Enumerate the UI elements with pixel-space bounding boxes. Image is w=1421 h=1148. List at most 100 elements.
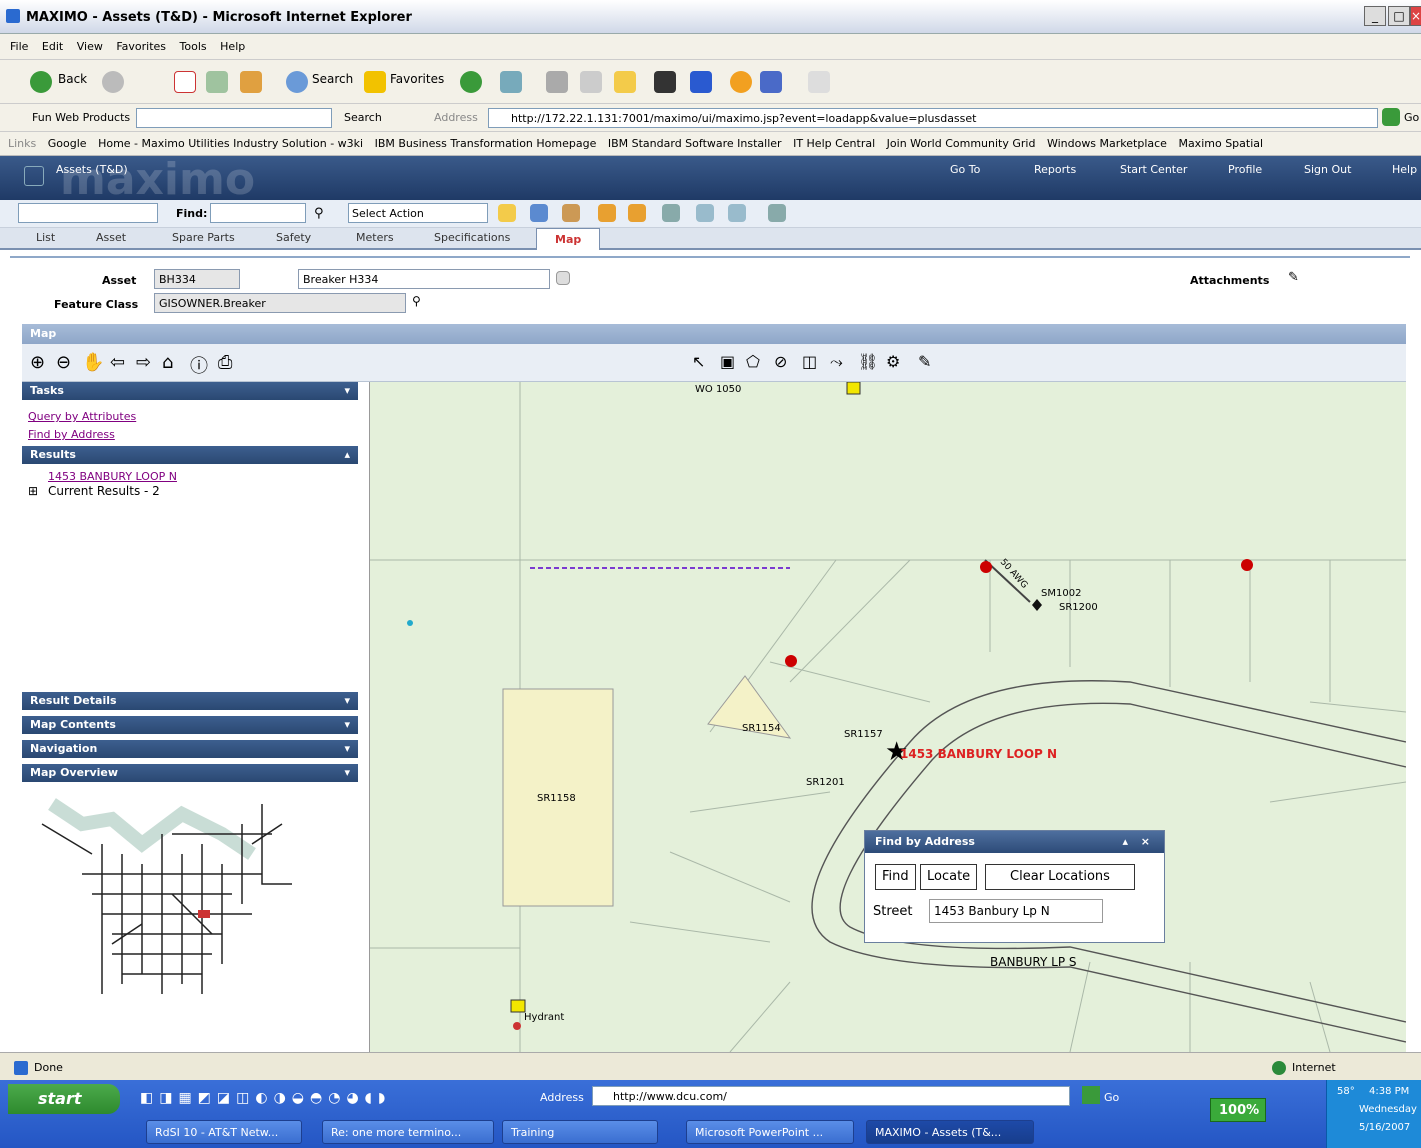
previous-icon[interactable] [598, 204, 616, 222]
favorites-star-icon[interactable] [364, 71, 386, 93]
zoom-in-icon[interactable]: ⊕ [30, 352, 45, 373]
hydrant-point[interactable] [513, 1022, 521, 1030]
select-polygon-icon[interactable]: ⬠ [746, 352, 760, 371]
dialog-close-icon[interactable]: × [1141, 835, 1150, 848]
menu-tools[interactable]: Tools [180, 40, 207, 53]
identify-icon[interactable]: ⓘ [190, 352, 208, 378]
nav-go-to[interactable]: Go To [950, 163, 980, 176]
nav-profile[interactable]: Profile [1228, 163, 1262, 176]
map-contents-header[interactable]: Map Contents ▾ [22, 716, 358, 734]
link-google[interactable]: Google [48, 137, 87, 150]
search-icon[interactable] [286, 71, 308, 93]
address-input[interactable]: http://172.22.1.131:7001/maximo/ui/maxim… [488, 108, 1378, 128]
go-arrow-icon[interactable] [1382, 108, 1400, 126]
zoom-out-icon[interactable]: ⊖ [56, 352, 71, 373]
select-rectangle-icon[interactable]: ▣ [720, 352, 735, 371]
maximize-icon[interactable]: □ [1388, 6, 1410, 26]
mail-icon[interactable] [500, 71, 522, 93]
map-overview-header[interactable]: Map Overview ▾ [22, 764, 358, 782]
select-arrow-icon[interactable]: ↖ [692, 352, 705, 371]
dialog-collapse-icon[interactable]: ▴ [1122, 835, 1128, 848]
folder-icon[interactable] [614, 71, 636, 93]
discuss-icon[interactable] [808, 71, 830, 93]
clear-locations-button[interactable]: Clear Locations [985, 864, 1135, 890]
tab-list[interactable]: List [36, 231, 55, 244]
street-input[interactable]: 1453 Banbury Lp N [929, 899, 1103, 923]
route-icon[interactable] [696, 204, 714, 222]
long-description-icon[interactable] [556, 271, 570, 285]
bulletin-icon[interactable] [562, 204, 580, 222]
search-button[interactable]: Search [312, 72, 353, 86]
measure-icon[interactable]: ✎ [918, 352, 931, 371]
link-it-help[interactable]: IT Help Central [793, 137, 875, 150]
fun-web-search-input[interactable] [136, 108, 332, 128]
taskbar-go-button[interactable]: Go [1104, 1091, 1119, 1104]
full-extent-icon[interactable]: ⌂ [162, 352, 173, 373]
attachments-icon[interactable]: ✎ [1288, 270, 1299, 285]
messenger-icon[interactable] [730, 71, 752, 93]
link-maximo-spatial[interactable]: Maximo Spatial [1178, 137, 1263, 150]
link-windows-marketplace[interactable]: Windows Marketplace [1047, 137, 1167, 150]
locate-button[interactable]: Locate [920, 864, 978, 890]
clock-time[interactable]: 4:38 PM [1369, 1086, 1409, 1097]
task-maximo[interactable]: MAXIMO - Assets (T&... [866, 1120, 1034, 1144]
refresh-icon[interactable] [206, 71, 228, 93]
valve-marker[interactable] [407, 620, 413, 626]
find-input[interactable] [210, 203, 306, 223]
nav-reports[interactable]: Reports [1034, 163, 1076, 176]
tab-asset[interactable]: Asset [96, 231, 126, 244]
minimize-icon[interactable]: _ [1364, 6, 1386, 26]
start-button[interactable]: start [8, 1084, 120, 1114]
pole-marker[interactable] [1241, 559, 1253, 571]
map-section-header[interactable]: Map [22, 324, 1406, 344]
pole-marker[interactable] [785, 655, 797, 667]
back-button[interactable]: Back [58, 72, 87, 86]
menu-file[interactable]: File [10, 40, 28, 53]
tool-icon[interactable]: ⚙ [886, 352, 900, 371]
research-icon[interactable] [654, 71, 676, 93]
favorites-button[interactable]: Favorites [390, 72, 444, 86]
find-by-address-link[interactable]: Find by Address [28, 428, 115, 441]
collapse-icon[interactable]: ▴ [344, 448, 350, 461]
query-select[interactable] [18, 203, 158, 223]
feature-class-field[interactable]: GISOWNER.Breaker [154, 293, 406, 313]
expand-icon[interactable]: ▾ [344, 766, 350, 779]
pole-marker[interactable] [980, 561, 992, 573]
attachments-label[interactable]: Attachments [1190, 274, 1269, 287]
go-button[interactable]: Go [1404, 111, 1419, 124]
link-asset-icon[interactable]: ⛓ [858, 352, 878, 371]
save-icon[interactable] [530, 204, 548, 222]
expand-icon[interactable]: ▾ [344, 742, 350, 755]
query-by-attributes-link[interactable]: Query by Attributes [28, 410, 136, 423]
print-map-icon[interactable]: ⎙ [218, 352, 232, 373]
history-icon[interactable] [460, 71, 482, 93]
lookup-icon[interactable]: ⚲ [412, 294, 421, 308]
asset-description-field[interactable]: Breaker H334 [298, 269, 550, 289]
print-icon[interactable] [546, 71, 568, 93]
link-ibm-installer[interactable]: IBM Standard Software Installer [608, 137, 782, 150]
expand-icon[interactable]: ▾ [344, 694, 350, 707]
task-rdsi[interactable]: RdSI 10 - AT&T Netw... [146, 1120, 302, 1144]
select-action-dropdown[interactable]: Select Action [348, 203, 488, 223]
tab-map[interactable]: Map [536, 228, 601, 250]
overview-map[interactable] [22, 784, 358, 1002]
task-email[interactable]: Re: one more termino... [322, 1120, 494, 1144]
pan-hand-icon[interactable]: ✋ [82, 352, 104, 373]
expand-plus-icon[interactable]: ⊞ [28, 484, 38, 498]
map-canvas[interactable]: ★ WO 1050 SM1002 SR1200 SR1154 SR1157 SR… [370, 382, 1406, 1052]
layer-icon[interactable]: ◫ [802, 352, 817, 371]
dialog-header[interactable]: Find by Address × ▴ [865, 831, 1164, 853]
current-results-label[interactable]: Current Results - 2 [48, 484, 160, 498]
quick-launch-icons[interactable]: ◧◨▦◩◪◫◐◑◒◓◔◕◖◗ [140, 1090, 391, 1106]
bluetooth-icon[interactable] [690, 71, 712, 93]
find-button[interactable]: Find [875, 864, 916, 890]
hydrant-marker[interactable] [510, 999, 526, 1013]
collapse-icon[interactable]: ▾ [344, 384, 350, 397]
forward-arrow-icon[interactable] [102, 71, 124, 93]
tab-safety[interactable]: Safety [276, 231, 311, 244]
navigation-header[interactable]: Navigation ▾ [22, 740, 358, 758]
new-record-icon[interactable] [498, 204, 516, 222]
breaker-marker[interactable] [1032, 599, 1042, 611]
settings-icon[interactable] [768, 204, 786, 222]
binoculars-icon[interactable]: ⚲ [314, 206, 324, 221]
